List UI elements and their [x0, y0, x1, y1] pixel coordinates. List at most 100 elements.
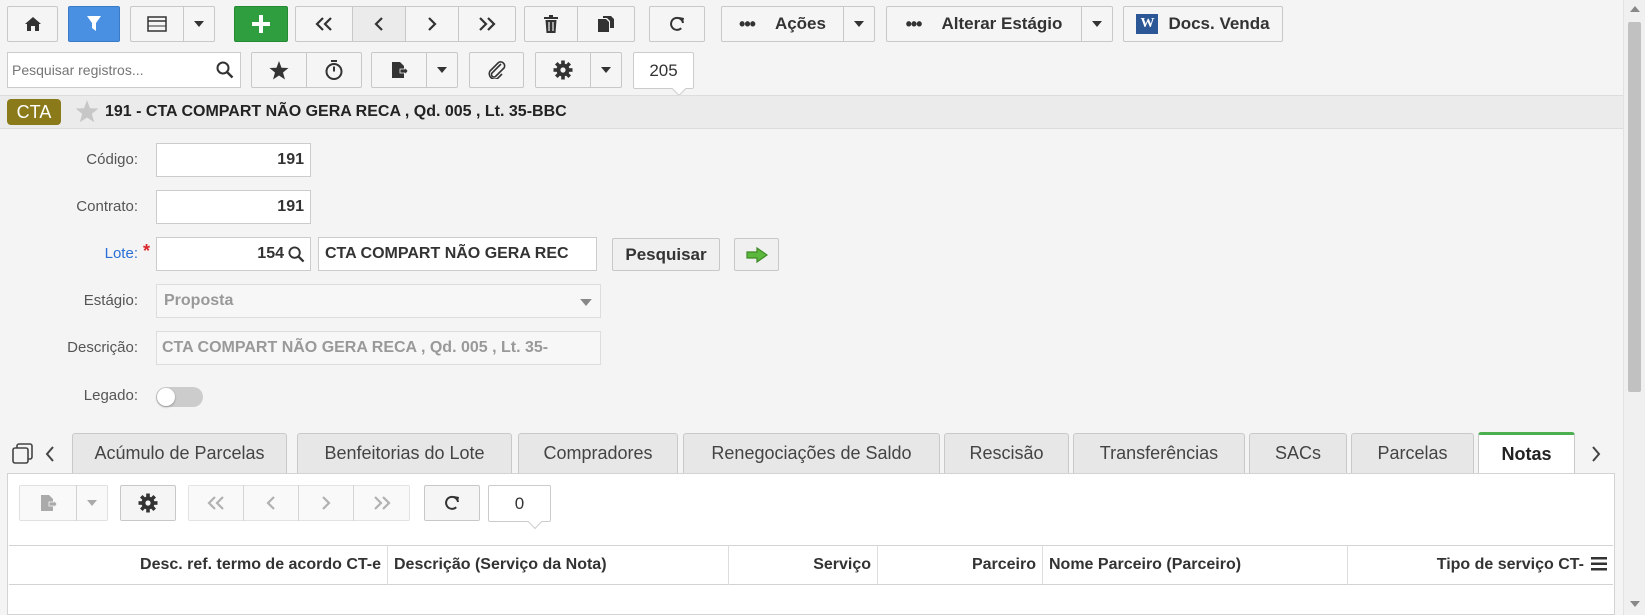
plus-icon	[252, 15, 270, 33]
lote-field[interactable]: 154	[156, 237, 311, 271]
tab-parcelas[interactable]: Parcelas	[1351, 433, 1474, 473]
descricao-field[interactable]: CTA COMPART NÃO GERA RECA , Qd. 005 , Lt…	[156, 331, 601, 365]
subgrid-first-button[interactable]	[188, 485, 244, 521]
tab-rescisao[interactable]: Rescisão	[944, 433, 1069, 473]
prev-record-button[interactable]	[352, 6, 406, 42]
settings-button[interactable]	[535, 52, 591, 88]
next-record-button[interactable]	[405, 6, 459, 42]
lote-description-field[interactable]: CTA COMPART NÃO GERA REC	[318, 237, 597, 271]
tab-compradores[interactable]: Compradores	[518, 433, 678, 473]
docs-venda-button[interactable]: W Docs. Venda	[1123, 6, 1283, 42]
pesquisar-button[interactable]: Pesquisar	[612, 238, 720, 271]
subgrid-refresh-button[interactable]	[424, 485, 480, 521]
new-record-button[interactable]	[234, 6, 288, 42]
home-button[interactable]	[7, 6, 58, 42]
legado-toggle[interactable]	[156, 387, 203, 407]
codigo-label: Código:	[86, 151, 138, 168]
search-icon[interactable]	[216, 61, 234, 79]
alterar-estagio-dropdown[interactable]	[1081, 6, 1113, 42]
tab-label: Notas	[1501, 444, 1552, 464]
alterar-estagio-label: Alterar Estágio	[941, 14, 1063, 33]
record-count-badge: 205	[633, 52, 694, 89]
go-lote-button[interactable]	[734, 238, 779, 271]
first-icon	[207, 496, 224, 510]
dots-icon: •••	[739, 13, 756, 34]
tab-renegociacoes-saldo[interactable]: Renegociações de Saldo	[683, 433, 940, 473]
tab-transferencias[interactable]: Transferências	[1073, 433, 1245, 473]
col-header-servico[interactable]: Serviço	[729, 545, 878, 585]
col-header-nome-parceiro[interactable]: Nome Parceiro (Parceiro)	[1043, 545, 1348, 585]
star-outline-icon[interactable]	[75, 100, 99, 123]
acoes-button[interactable]: ••• Ações	[721, 6, 844, 42]
alterar-estagio-button[interactable]: ••• Alterar Estágio	[886, 6, 1082, 42]
next-icon	[322, 496, 331, 510]
gear-icon	[553, 60, 573, 80]
copy-tab-icon[interactable]	[12, 443, 34, 465]
subgrid-next-button[interactable]	[298, 485, 354, 521]
tab-acumulo-parcelas[interactable]: Acúmulo de Parcelas	[72, 433, 287, 473]
search-box	[7, 52, 241, 88]
scroll-down-icon[interactable]	[1630, 601, 1640, 607]
settings-dropdown[interactable]	[590, 52, 622, 88]
last-icon	[373, 496, 391, 510]
col-header-tipo-servico[interactable]: Tipo de serviço CT-	[1348, 545, 1590, 585]
refresh-icon	[445, 495, 459, 510]
next-icon	[428, 17, 437, 31]
page-scrollbar[interactable]	[1623, 0, 1645, 615]
caret-down-icon	[601, 67, 611, 73]
legado-label: Legado:	[83, 387, 138, 404]
tab-scroll-left-icon[interactable]	[44, 445, 56, 463]
prev-icon	[374, 17, 383, 31]
codigo-value: 191	[277, 151, 304, 168]
grid-icon	[147, 16, 167, 32]
caret-down-icon	[854, 21, 864, 27]
star-icon	[269, 60, 289, 79]
subgrid-prev-button[interactable]	[243, 485, 299, 521]
favorite-button[interactable]	[251, 52, 307, 88]
tab-label: Renegociações de Saldo	[711, 443, 912, 463]
report-button[interactable]	[371, 52, 427, 88]
col-header-descricao[interactable]: Descrição (Serviço da Nota)	[388, 545, 729, 585]
scroll-up-icon[interactable]	[1630, 6, 1640, 12]
codigo-field[interactable]: 191	[156, 143, 311, 177]
grid-view-button[interactable]	[130, 6, 184, 42]
last-record-button[interactable]	[458, 6, 516, 42]
grid-view-dropdown[interactable]	[183, 6, 215, 42]
lote-label[interactable]: Lote:	[8, 245, 138, 262]
gear-icon	[138, 493, 158, 513]
timer-button[interactable]	[306, 52, 362, 88]
caret-down-icon	[1092, 21, 1102, 27]
filter-button[interactable]	[68, 6, 120, 42]
col-header-desc-ref[interactable]: Desc. ref. termo de acordo CT-e	[9, 545, 388, 585]
tab-scroll-right-icon[interactable]	[1590, 445, 1602, 463]
last-icon	[479, 17, 496, 31]
caret-down-icon	[194, 21, 204, 27]
first-record-button[interactable]	[295, 6, 353, 42]
subgrid-report-dropdown[interactable]	[76, 485, 108, 521]
col-header-parceiro[interactable]: Parceiro	[878, 545, 1043, 585]
prev-icon	[266, 496, 275, 510]
copy-button[interactable]	[577, 6, 635, 42]
subgrid-report-button[interactable]	[19, 485, 77, 521]
col-header-label: Serviço	[813, 556, 871, 573]
tab-notas[interactable]: Notas	[1478, 432, 1575, 474]
pesquisar-label: Pesquisar	[625, 244, 707, 264]
columns-menu-icon[interactable]	[1591, 557, 1607, 571]
search-input[interactable]	[8, 53, 208, 87]
search-icon[interactable]	[288, 246, 305, 263]
tab-benfeitorias-lote[interactable]: Benfeitorias do Lote	[297, 433, 512, 473]
refresh-button[interactable]	[649, 6, 705, 42]
estagio-label: Estágio:	[83, 292, 138, 309]
acoes-dropdown[interactable]	[843, 6, 875, 42]
attach-button[interactable]	[469, 52, 524, 88]
subgrid-settings-button[interactable]	[120, 485, 176, 521]
estagio-select[interactable]: Proposta	[156, 284, 601, 318]
estagio-value: Proposta	[164, 292, 234, 309]
subgrid-last-button[interactable]	[353, 485, 410, 521]
home-icon	[24, 17, 41, 31]
contrato-field[interactable]: 191	[156, 190, 311, 224]
tab-sacs[interactable]: SACs	[1249, 433, 1347, 473]
scrollbar-thumb[interactable]	[1628, 22, 1641, 392]
report-dropdown[interactable]	[426, 52, 458, 88]
delete-button[interactable]	[524, 6, 578, 42]
